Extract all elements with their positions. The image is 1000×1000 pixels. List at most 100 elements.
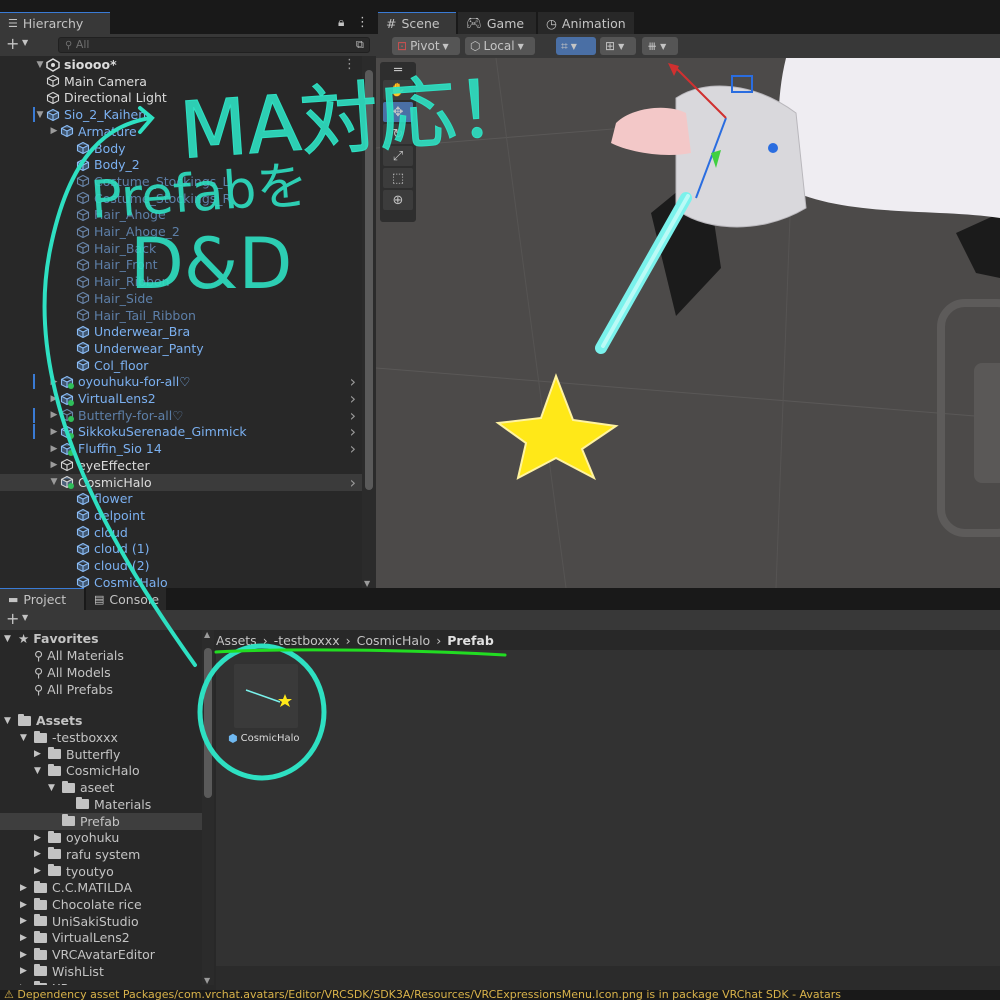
tab-hierarchy[interactable]: ☰ Hierarchy	[0, 12, 110, 34]
favorite-item[interactable]: ⚲ All Models	[0, 664, 204, 681]
folder-item[interactable]: ▶ rafu system	[0, 846, 204, 863]
expand-arrow-icon[interactable]: ▼	[20, 733, 30, 743]
hierarchy-item[interactable]: ▶ VirtualLens2 ›	[0, 389, 362, 408]
folder-item[interactable]: ▶ Chocolate rice	[0, 896, 204, 913]
add-dropdown-icon[interactable]: ▼	[22, 613, 28, 622]
hierarchy-item[interactable]: cloud	[0, 524, 362, 541]
expand-arrow-icon[interactable]: ▼	[34, 766, 44, 776]
folder-item[interactable]: ▶ UniSakiStudio	[0, 913, 204, 930]
hierarchy-item[interactable]: Hair_Tail_Ribbon	[0, 307, 362, 324]
asset-label-row[interactable]: ⬢ CosmicHalo	[228, 732, 299, 745]
expand-arrow-icon[interactable]: ▶	[20, 983, 30, 985]
hierarchy-item[interactable]: ▶ SikkokuSerenade_Gimmick ›	[0, 422, 362, 441]
expand-arrow-icon[interactable]: ▼	[4, 634, 14, 644]
scroll-down-icon[interactable]: ▼	[204, 976, 210, 985]
expand-arrow-icon[interactable]: ▶	[20, 933, 30, 943]
expand-arrow-icon[interactable]: ▶	[20, 900, 30, 910]
add-dropdown-icon[interactable]: ▼	[22, 38, 28, 47]
hierarchy-item[interactable]: Body	[0, 140, 362, 157]
tab-game[interactable]: 🎮︎ Game	[458, 12, 536, 34]
scale-tool-icon[interactable]: ⤢	[383, 146, 413, 166]
expand-arrow-icon[interactable]: ▼	[48, 477, 60, 487]
favorite-item[interactable]: ⚲ All Materials	[0, 647, 204, 664]
hierarchy-scrollbar[interactable]: ▼	[362, 56, 376, 588]
expand-arrow-icon[interactable]: ▶	[34, 749, 44, 759]
expand-arrow-icon[interactable]: ▶	[48, 444, 60, 454]
hierarchy-item[interactable]: Hair_Ribbon	[0, 273, 362, 290]
tab-scene[interactable]: # Scene	[378, 12, 456, 34]
hierarchy-search-input[interactable]: ⚲ All	[58, 37, 370, 53]
scroll-up-icon[interactable]: ▲	[204, 630, 210, 639]
ruler-button[interactable]: ⧻ ▼	[642, 37, 678, 55]
hierarchy-item[interactable]: cloud (1)	[0, 540, 362, 557]
hierarchy-item[interactable]: ▶ Butterfly-for-all♡ ›	[0, 406, 362, 425]
folder-item[interactable]: ▶ XR	[0, 980, 204, 985]
expand-arrow-icon[interactable]: ▼	[34, 110, 46, 120]
folder-tree-scrollbar[interactable]: ▲ ▼	[202, 630, 214, 985]
expand-arrow-icon[interactable]: ▼	[4, 716, 14, 726]
scene-menu-icon[interactable]: ⋮	[343, 57, 356, 72]
folder-item[interactable]: ▶ VirtualLens2	[0, 929, 204, 946]
hierarchy-item[interactable]: delpoint	[0, 507, 362, 524]
hierarchy-item[interactable]: Hair_Ahoge_2	[0, 223, 362, 240]
breadcrumb-item[interactable]: CosmicHalo	[357, 633, 431, 648]
expand-arrow-icon[interactable]: ▶	[20, 916, 30, 926]
open-prefab-chevron-icon[interactable]: ›	[350, 473, 356, 492]
hierarchy-item[interactable]: ▶ Fluffin_Sio 14 ›	[0, 439, 362, 458]
add-icon[interactable]: +	[6, 34, 19, 53]
add-icon[interactable]: +	[6, 609, 19, 628]
hierarchy-item[interactable]: flower	[0, 490, 362, 507]
assets-header[interactable]: ▼ Assets	[0, 712, 204, 729]
hierarchy-item[interactable]: Main Camera	[0, 73, 362, 90]
folder-scroll-thumb[interactable]	[204, 648, 212, 798]
folder-item[interactable]: ▶ oyohuku	[0, 829, 204, 846]
scroll-down-icon[interactable]: ▼	[364, 579, 370, 588]
hierarchy-item[interactable]: Costume_Stockings_R	[0, 190, 362, 207]
expand-arrow-icon[interactable]: ▶	[34, 849, 44, 859]
expand-arrow-icon[interactable]: ▶	[20, 950, 30, 960]
hierarchy-item[interactable]: Hair_Back	[0, 240, 362, 257]
scene-row[interactable]: ▼ sioooo* ⋮	[0, 56, 362, 73]
hierarchy-item[interactable]: Hair_Side	[0, 290, 362, 307]
expand-arrow-icon[interactable]: ▼	[48, 783, 58, 793]
expand-arrow-icon[interactable]: ▶	[34, 866, 44, 876]
folder-item[interactable]: Prefab	[0, 812, 204, 830]
folder-item[interactable]: ▶ VRCAvatarEditor	[0, 946, 204, 963]
expand-arrow-icon[interactable]: ▶	[48, 394, 60, 404]
increment-snap-button[interactable]: ⊞ ▼	[600, 37, 636, 55]
menu-dots-icon[interactable]: ⋮	[356, 15, 369, 30]
folder-item[interactable]: ▶ Butterfly	[0, 746, 204, 763]
folder-item[interactable]: ▶ tyoutyo	[0, 863, 204, 880]
folder-item[interactable]: ▶ C.C.MATILDA	[0, 879, 204, 896]
tab-project[interactable]: ▬ Project	[0, 588, 84, 610]
hierarchy-item[interactable]: Underwear_Bra	[0, 323, 362, 340]
expand-arrow-icon[interactable]: ▶	[48, 377, 60, 387]
hierarchy-item[interactable]: cloud (2)	[0, 557, 362, 574]
hierarchy-item[interactable]: ▼ CosmicHalo ›	[0, 473, 362, 492]
rotate-tool-icon[interactable]: ↻	[383, 124, 413, 144]
hierarchy-item[interactable]: Body_2	[0, 156, 362, 173]
breadcrumb-item[interactable]: -testboxxx	[274, 633, 340, 648]
folder-item[interactable]: ▼ aseet	[0, 779, 204, 796]
expand-arrow-icon[interactable]: ▶	[20, 966, 30, 976]
rect-tool-icon[interactable]: ⬚	[383, 168, 413, 188]
hierarchy-item[interactable]: Directional Light	[0, 89, 362, 106]
expand-arrow-icon[interactable]: ▶	[48, 126, 60, 136]
hierarchy-item[interactable]: ▼ Sio_2_Kaihen	[0, 106, 362, 123]
hierarchy-scroll-thumb[interactable]	[365, 70, 373, 490]
expand-arrow-icon[interactable]: ▶	[48, 427, 60, 437]
tab-animation[interactable]: ◷ Animation	[538, 12, 634, 34]
search-filter-icon[interactable]: ⧉	[356, 38, 364, 52]
favorite-item[interactable]: ⚲ All Prefabs	[0, 681, 204, 698]
hierarchy-item[interactable]: ▶ oyouhuku-for-all♡ ›	[0, 372, 362, 391]
expand-arrow-icon[interactable]: ▶	[48, 460, 60, 470]
favorites-header[interactable]: ▼ ★ Favorites	[0, 630, 204, 647]
grid-snap-toggle[interactable]: ⌗ ▼	[556, 37, 596, 55]
hand-tool-icon[interactable]: ✋	[383, 80, 413, 100]
expand-arrow-icon[interactable]: ▼	[34, 60, 46, 70]
scene-viewport[interactable]	[376, 58, 1000, 588]
expand-arrow-icon[interactable]: ▶	[48, 410, 60, 420]
tools-grip-icon[interactable]: ═	[383, 63, 413, 78]
move-tool-icon[interactable]: ✥	[383, 102, 413, 122]
breadcrumb-current[interactable]: Prefab	[447, 633, 494, 648]
